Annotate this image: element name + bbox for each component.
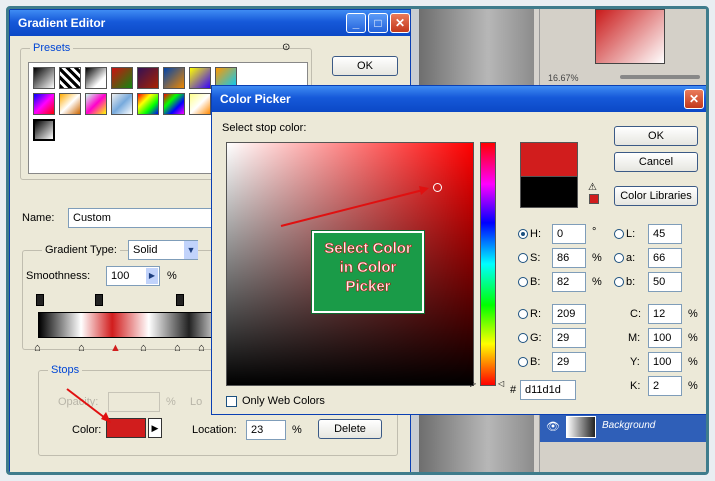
arrow-to-color-swatch	[66, 388, 110, 422]
callout-line-3: Picker	[345, 278, 391, 296]
arrow-head	[419, 186, 429, 195]
annotation-callout: Select Color in Color Picker	[312, 231, 424, 313]
arrow-to-color-field	[280, 188, 428, 227]
callout-line-2: in Color	[339, 259, 397, 277]
screenshot-frame: 16.67% 👁 Background Gradient Editor _ □ …	[6, 6, 709, 475]
callout-line-1: Select Color	[324, 240, 412, 258]
arrow-head	[101, 412, 111, 423]
